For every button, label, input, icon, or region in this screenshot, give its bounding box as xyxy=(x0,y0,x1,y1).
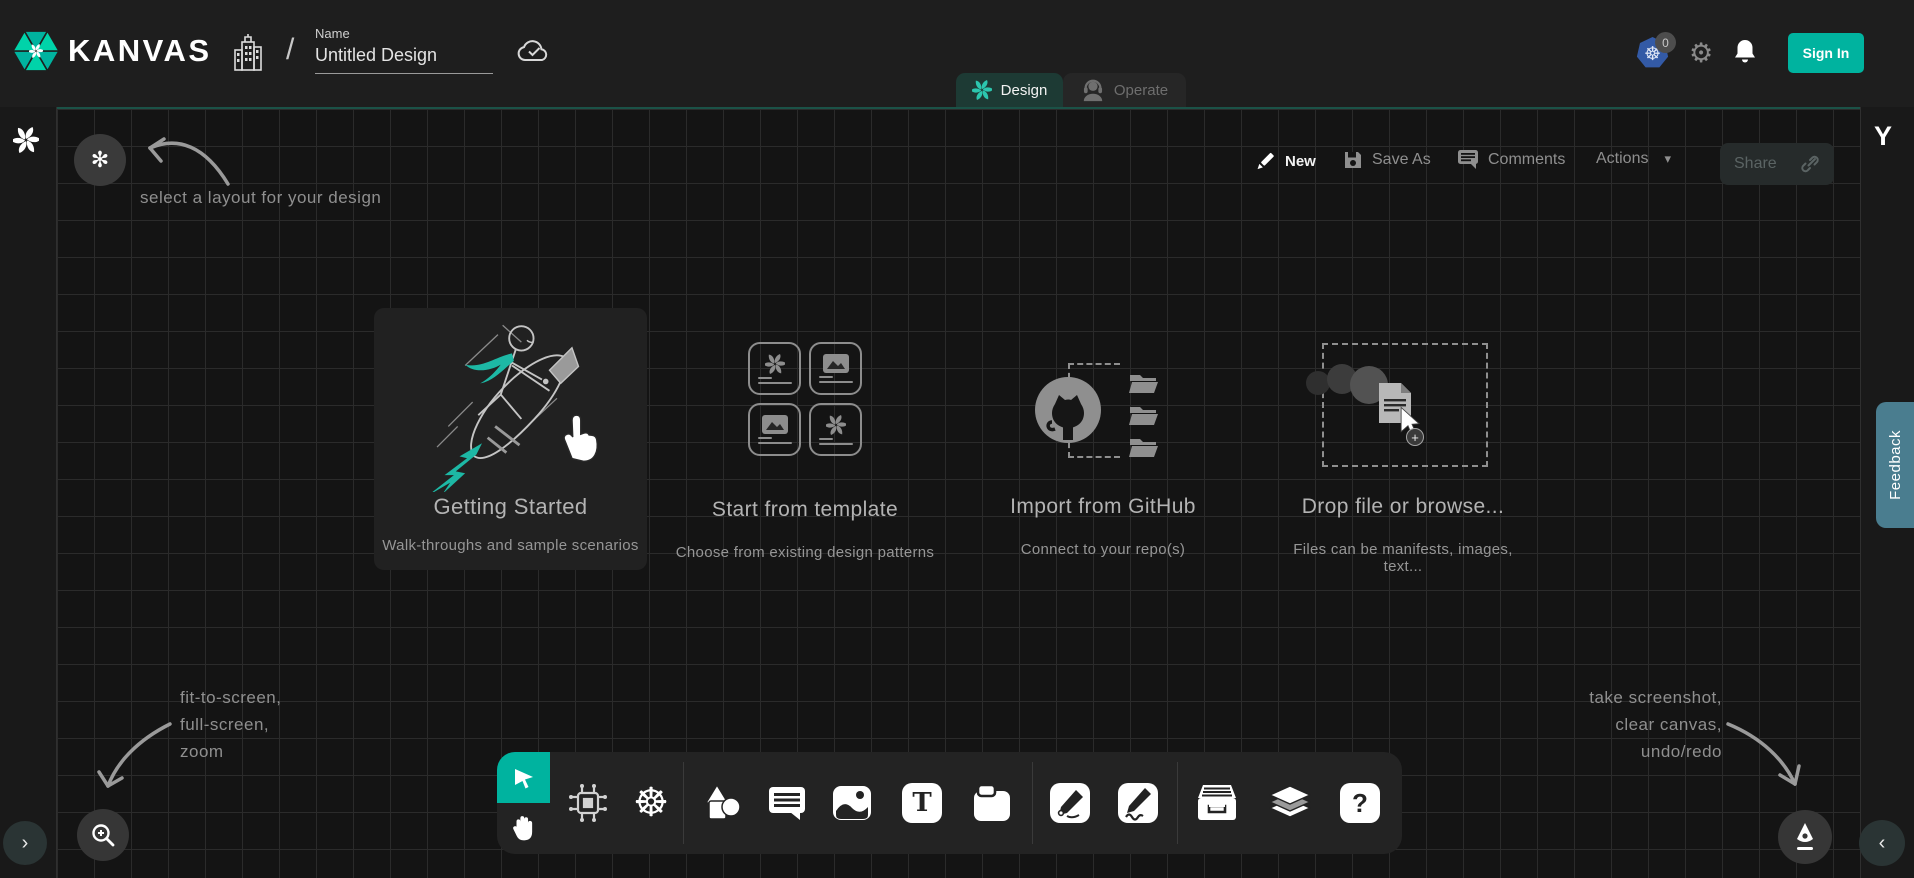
drop-card-subtitle: Files can be manifests, images, text... xyxy=(1272,541,1534,575)
question-icon: ? xyxy=(1340,783,1380,823)
pen-tool-icon xyxy=(1050,783,1090,823)
component-chip-icon xyxy=(567,782,609,824)
card-getting-started[interactable]: Getting Started Walk-throughs and sample… xyxy=(374,308,647,570)
comment-tool-button[interactable] xyxy=(764,780,810,826)
drop-dot xyxy=(1306,371,1330,395)
screenshot-hint-text: take screenshot, clear canvas, undo/redo xyxy=(1589,684,1722,765)
comment-tool-icon xyxy=(768,785,806,821)
magnifier-plus-icon xyxy=(90,822,116,848)
drop-card-title[interactable]: Drop file or browse... xyxy=(1283,495,1523,519)
notifications-bell-icon[interactable] xyxy=(1733,38,1757,66)
kubernetes-tool-button[interactable]: ☸ xyxy=(628,780,674,826)
save-as-button[interactable]: Save As xyxy=(1343,150,1431,170)
tab-design[interactable]: Design xyxy=(956,73,1063,107)
tab-operate[interactable]: Operate xyxy=(1063,73,1186,107)
template-card-title[interactable]: Start from template xyxy=(655,498,955,522)
design-name-field: Name xyxy=(315,26,493,74)
meshery-spiral-icon[interactable] xyxy=(13,127,39,153)
pencil-freehand-icon xyxy=(1118,783,1158,823)
repo-folder-icon xyxy=(1128,433,1160,459)
shapes-tool-button[interactable] xyxy=(699,780,745,826)
design-tab-icon xyxy=(972,80,992,100)
kanvas-app: KANVAS / Name xyxy=(0,0,1914,878)
save-floppy-icon xyxy=(1343,150,1363,170)
pan-tool-button[interactable] xyxy=(497,803,550,854)
sticky-note-tool-button[interactable] xyxy=(969,780,1015,826)
layout-asterisk-icon: ✻ xyxy=(91,147,109,173)
hand-pan-icon xyxy=(511,814,537,844)
template-card-subtitle: Choose from existing design patterns xyxy=(655,544,955,561)
sticky-note-icon xyxy=(972,783,1012,823)
drawer-tool-button[interactable] xyxy=(1194,780,1240,826)
template-thumb xyxy=(809,403,862,456)
pencil-tool-button[interactable] xyxy=(1115,780,1161,826)
feedback-tab[interactable]: Feedback xyxy=(1876,402,1914,528)
y-node-icon[interactable]: Y xyxy=(1874,121,1892,152)
plus-icon: + xyxy=(1406,428,1424,446)
card-start-from-template[interactable] xyxy=(748,342,862,456)
image-tool-button[interactable] xyxy=(829,780,875,826)
layers-tool-button[interactable] xyxy=(1267,780,1313,826)
kubernetes-wheel-icon: ☸ xyxy=(633,783,669,823)
toolbar-separator xyxy=(683,762,684,844)
expand-left-panel-button[interactable]: › xyxy=(3,821,47,865)
layout-hint-text: select a layout for your design xyxy=(140,184,381,211)
design-name-label: Name xyxy=(315,26,493,41)
settings-gear-icon[interactable]: ⚙ xyxy=(1689,38,1713,69)
pen-nib-icon xyxy=(1792,822,1818,852)
collapse-right-panel-button[interactable]: ‹ xyxy=(1859,820,1905,866)
template-thumb xyxy=(748,342,801,395)
template-thumb xyxy=(748,403,801,456)
actions-dropdown[interactable]: Actions ▾ xyxy=(1596,150,1671,168)
organization-icon[interactable] xyxy=(232,34,264,74)
github-octocat-icon[interactable] xyxy=(1035,377,1101,443)
cloud-save-status-icon xyxy=(517,38,551,64)
layout-selector-button[interactable]: ✻ xyxy=(74,134,126,186)
layers-icon xyxy=(1269,785,1311,821)
help-tool-button[interactable]: ? xyxy=(1337,780,1383,826)
link-icon xyxy=(1800,154,1820,174)
repo-folder-icon xyxy=(1128,401,1160,427)
sign-in-button[interactable]: Sign In xyxy=(1788,33,1864,73)
kubernetes-context-button[interactable]: ☸ 0 xyxy=(1636,37,1670,71)
kubernetes-count-badge: 0 xyxy=(1655,32,1676,53)
text-tool-icon: T xyxy=(902,783,942,823)
pen-tool-button[interactable] xyxy=(1047,780,1093,826)
template-thumb xyxy=(809,342,862,395)
operate-tab-icon xyxy=(1081,78,1105,102)
zoom-hint-text: fit-to-screen, full-screen, zoom xyxy=(180,684,281,765)
image-tool-icon xyxy=(832,785,872,821)
components-tool-button[interactable] xyxy=(565,780,611,826)
rocket-sketch-illustration xyxy=(402,314,622,492)
comments-button[interactable]: Comments xyxy=(1458,150,1565,170)
github-card-subtitle: Connect to your repo(s) xyxy=(973,541,1233,558)
breadcrumb-separator: / xyxy=(286,33,294,67)
brand-name: KANVAS xyxy=(68,33,212,69)
bottom-toolbar: ☸ T xyxy=(497,752,1402,854)
new-design-button[interactable]: New xyxy=(1254,150,1316,172)
drawer-icon xyxy=(1196,784,1238,822)
toolbar-separator xyxy=(1032,762,1033,844)
left-rail: › xyxy=(0,107,57,878)
drawing-tools-button[interactable] xyxy=(1778,810,1832,864)
text-tool-button[interactable]: T xyxy=(899,780,945,826)
design-name-input[interactable] xyxy=(315,41,493,74)
kanvas-logo-icon xyxy=(12,27,60,75)
shapes-icon xyxy=(702,783,742,823)
app-header: KANVAS / Name xyxy=(0,0,1914,107)
select-tool-button[interactable] xyxy=(497,752,550,803)
chevron-down-icon: ▾ xyxy=(1664,151,1671,167)
cursor-arrow-icon xyxy=(512,766,536,790)
share-button[interactable]: Share xyxy=(1720,143,1834,185)
toolbar-separator xyxy=(1177,762,1178,844)
github-card-title[interactable]: Import from GitHub xyxy=(973,495,1233,519)
repo-folder-icon xyxy=(1128,369,1160,395)
hand-cursor-icon xyxy=(557,410,601,462)
pencil-new-icon xyxy=(1254,150,1276,172)
comment-bubble-icon xyxy=(1458,150,1479,170)
zoom-controls-button[interactable] xyxy=(77,809,129,861)
